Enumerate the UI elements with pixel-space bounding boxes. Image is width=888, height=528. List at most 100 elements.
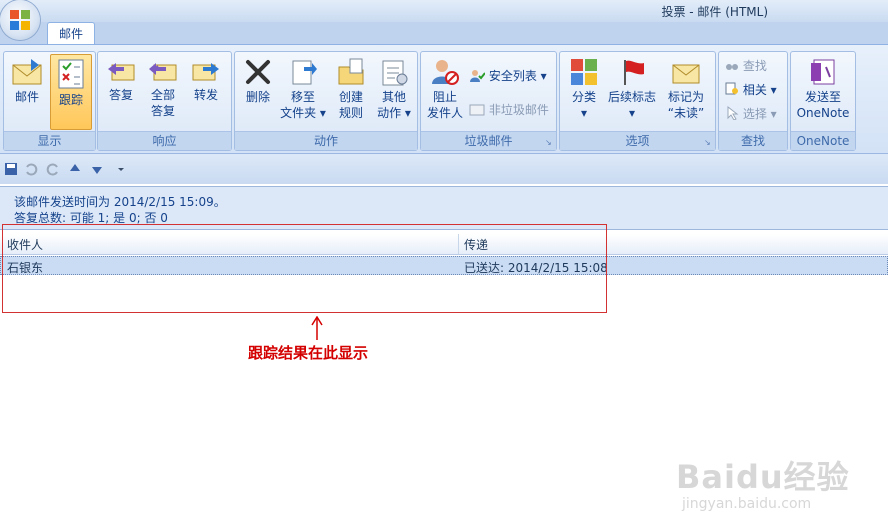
categorize-button[interactable]: 分类 ▾ [564, 54, 604, 130]
reply-all-label-1: 全部 [150, 88, 175, 102]
table-header: 收件人 传递 [0, 234, 888, 255]
track-button[interactable]: 跟踪 [50, 54, 92, 130]
reply-all-button[interactable]: 全部 答复 [142, 54, 184, 130]
related-label: 相关 [742, 83, 767, 97]
block-sender-label-2: 发件人 [426, 106, 463, 120]
baidu-watermark: Baidu经验 jingyan.baidu.com [676, 452, 850, 512]
junk-dialog-launcher-icon[interactable]: ↘ [545, 139, 553, 147]
envelope-icon [12, 59, 42, 85]
other-actions-label-1: 其他 [381, 90, 406, 104]
binoculars-icon [726, 64, 738, 70]
watermark-text: Baidu经验 [676, 458, 850, 496]
group-show: 邮件 跟踪 显示 [3, 51, 96, 151]
delete-x-icon [246, 60, 270, 84]
office-logo-icon [10, 10, 30, 30]
rule-folder-icon [338, 58, 364, 85]
block-sender-label-1: 阻止 [432, 90, 457, 104]
next-item-icon[interactable] [90, 162, 104, 176]
find-button[interactable]: 查找 [725, 56, 767, 76]
block-sender-button[interactable]: 阻止 发件人 [423, 54, 467, 130]
reply-totals-text: 答复总数: 可能 1; 是 0; 否 0 [14, 211, 168, 225]
reply-all-label-2: 答复 [150, 104, 175, 118]
quick-access-toolbar [0, 153, 888, 184]
table-row[interactable]: 石银东 已送达: 2014/2/15 15:08 [0, 256, 888, 275]
group-show-label: 显示 [4, 131, 95, 150]
related-icon [725, 82, 738, 95]
group-onenote-label: OneNote [791, 131, 855, 150]
sent-time-text: 该邮件发送时间为 2014/2/15 15:09。 [14, 195, 226, 209]
mail-button[interactable]: 邮件 [6, 54, 48, 130]
column-header-recipient[interactable]: 收件人 [7, 236, 43, 253]
reply-label: 答复 [108, 88, 133, 102]
safe-list-icon [470, 70, 486, 82]
safe-list-label: 安全列表 [488, 69, 537, 83]
title-bar: 投票 - 邮件 (HTML) [0, 0, 888, 22]
forward-button[interactable]: 转发 [186, 54, 226, 130]
send-onenote-label-2: OneNote [796, 106, 850, 120]
delete-button[interactable]: 删除 [237, 54, 279, 130]
redo-icon[interactable] [46, 162, 60, 176]
tracking-info-bar: 该邮件发送时间为 2014/2/15 15:09。 答复总数: 可能 1; 是 … [0, 186, 888, 230]
find-label: 查找 [742, 59, 767, 73]
annotation-up-arrow-icon [311, 316, 323, 340]
move-folder-icon [292, 60, 317, 85]
tab-strip [0, 22, 888, 44]
annotation-text: 跟踪结果在此显示 [248, 344, 369, 362]
mail-label: 邮件 [14, 90, 39, 104]
forward-label: 转发 [193, 88, 218, 102]
send-to-onenote-button[interactable]: 发送至 OneNote [793, 54, 853, 130]
customize-toolbar-chevron-icon[interactable] [114, 162, 128, 176]
red-flag-icon [624, 60, 644, 85]
reply-icon [108, 63, 135, 81]
cursor-icon [727, 105, 739, 121]
reply-all-icon [149, 63, 177, 81]
mark-unread-button[interactable]: 标记为 “未读” [662, 54, 710, 130]
group-actions: 删除 移至 文件夹 ▾ 创建 规则 其他 动作 ▾ 动作 [234, 51, 418, 151]
group-actions-label: 动作 [235, 131, 417, 150]
options-dialog-launcher-icon[interactable]: ↘ [704, 139, 712, 147]
group-options-label: 选项 [560, 131, 715, 150]
mark-unread-label-2: “未读” [667, 106, 705, 120]
other-actions-button[interactable]: 其他 动作 ▾ [373, 54, 415, 130]
column-divider[interactable] [458, 234, 459, 254]
group-junk: 阻止 发件人 安全列表 ▾ 非垃圾邮件 垃圾邮件 ↘ [420, 51, 557, 151]
tracking-checklist-icon [58, 59, 84, 89]
block-sender-icon [432, 60, 459, 85]
reply-button[interactable]: 答复 [102, 54, 140, 130]
mark-unread-label-1: 标记为 [667, 90, 704, 104]
other-actions-icon [382, 60, 408, 86]
move-label-2: 文件夹 [280, 106, 317, 120]
safe-list-button[interactable]: 安全列表 ▾ [469, 66, 547, 86]
undo-icon[interactable] [24, 162, 38, 176]
save-icon[interactable] [4, 162, 18, 176]
send-onenote-label-1: 发送至 [804, 90, 841, 104]
not-junk-button[interactable]: 非垃圾邮件 [469, 100, 549, 120]
ribbon: 邮件 跟踪 显示 答复 全部 答复 转发 响应 删除 移至 文件夹 ▾ 创建 规… [0, 44, 888, 153]
tab-mail[interactable]: 邮件 [47, 22, 95, 45]
select-label: 选择 [742, 107, 767, 121]
window-title: 投票 - 邮件 (HTML) [661, 5, 768, 19]
group-find-label: 查找 [719, 131, 787, 150]
move-to-folder-button[interactable]: 移至 文件夹 ▾ [279, 54, 327, 130]
move-label-1: 移至 [290, 90, 315, 104]
column-header-delivery[interactable]: 传递 [464, 236, 488, 253]
follow-up-button[interactable]: 后续标志 ▾ [606, 54, 658, 130]
follow-up-label: 后续标志 [607, 90, 656, 104]
watermark-url: jingyan.baidu.com [682, 496, 812, 512]
office-button[interactable] [0, 0, 40, 40]
group-junk-label: 垃圾邮件 [421, 131, 556, 150]
group-options: 分类 ▾ 后续标志 ▾ 标记为 “未读” 选项 ↘ [559, 51, 716, 151]
track-label: 跟踪 [58, 93, 83, 107]
create-rule-label-2: 规则 [338, 106, 363, 120]
related-button[interactable]: 相关 ▾ [725, 80, 777, 100]
group-find: 查找 相关 ▾ 选择 ▾ 查找 [718, 51, 788, 151]
create-rule-button[interactable]: 创建 规则 [331, 54, 371, 130]
forward-icon [192, 63, 219, 81]
delete-label: 删除 [245, 90, 270, 104]
other-actions-label-2: 动作 [377, 106, 402, 120]
group-onenote: 发送至 OneNote OneNote [790, 51, 856, 151]
select-button[interactable]: 选择 ▾ [725, 104, 777, 124]
previous-item-icon[interactable] [68, 162, 82, 176]
not-junk-icon [469, 104, 485, 116]
recipient-cell: 石银东 [7, 261, 44, 275]
